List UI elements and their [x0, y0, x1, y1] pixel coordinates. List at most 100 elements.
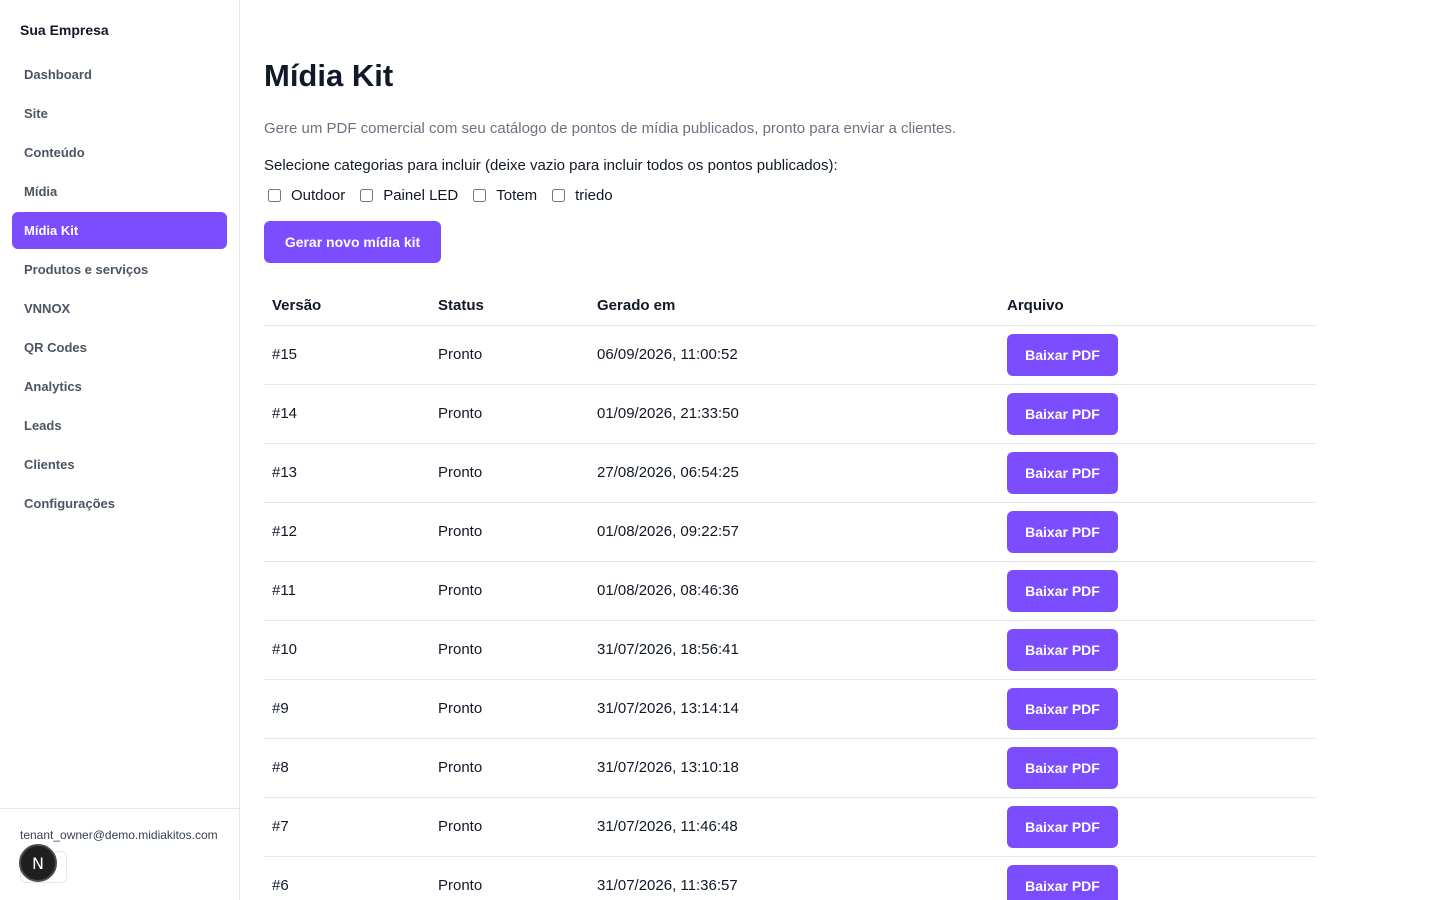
- sidebar-item-m-dia-kit[interactable]: Mídia Kit: [12, 212, 227, 249]
- sidebar-item-vnnox[interactable]: VNNOX: [12, 290, 227, 327]
- user-email: tenant_owner@demo.midiakitos.com: [20, 828, 218, 842]
- status-cell: Pronto: [430, 325, 589, 385]
- status-cell: Pronto: [430, 384, 589, 444]
- file-cell: Baixar PDF: [999, 502, 1316, 562]
- version-cell: #8: [264, 738, 430, 798]
- status-cell: Pronto: [430, 502, 589, 562]
- download-pdf-button[interactable]: Baixar PDF: [1007, 569, 1118, 612]
- sidebar-item-produtos-e-servi-os[interactable]: Produtos e serviços: [12, 251, 227, 288]
- sidebar: Sua Empresa Dashboard Site Conteúdo Mídia Mí…: [0, 0, 240, 900]
- category-label-text: Painel LED: [383, 186, 459, 204]
- download-pdf-button[interactable]: Baixar PDF: [1007, 746, 1118, 789]
- download-pdf-button[interactable]: Baixar PDF: [1007, 451, 1118, 494]
- table-row: #7 Pronto 31/07/2026, 11:46:48 Baixar PDF: [264, 797, 1316, 857]
- file-cell: Baixar PDF: [999, 561, 1316, 621]
- version-cell: #15: [264, 325, 430, 385]
- table-row: #11 Pronto 01/08/2026, 08:46:36 Baixar PDF: [264, 561, 1316, 621]
- next-dev-icon[interactable]: N: [19, 844, 57, 882]
- file-cell: Baixar PDF: [999, 738, 1316, 798]
- generate-media-kit-button[interactable]: Gerar novo mídia kit: [264, 221, 441, 263]
- file-cell: Baixar PDF: [999, 443, 1316, 503]
- status-cell: Pronto: [430, 738, 589, 798]
- generated-at-cell: 06/09/2026, 11:00:52: [589, 325, 999, 385]
- category-checkbox[interactable]: [360, 188, 374, 202]
- generated-at-cell: 31/07/2026, 11:36:57: [589, 856, 999, 900]
- download-pdf-button[interactable]: Baixar PDF: [1007, 864, 1118, 900]
- category-option[interactable]: triedo: [552, 187, 613, 204]
- download-pdf-button[interactable]: Baixar PDF: [1007, 333, 1118, 376]
- category-option[interactable]: Painel LED: [360, 187, 458, 204]
- generated-at-cell: 27/08/2026, 06:54:25: [589, 443, 999, 503]
- version-cell: #13: [264, 443, 430, 503]
- sidebar-item-dashboard[interactable]: Dashboard: [12, 56, 227, 93]
- status-cell: Pronto: [430, 797, 589, 857]
- header-status: Status: [430, 287, 589, 326]
- generated-at-cell: 01/08/2026, 08:46:36: [589, 561, 999, 621]
- generated-at-cell: 31/07/2026, 13:10:18: [589, 738, 999, 798]
- table-row: #13 Pronto 27/08/2026, 06:54:25 Baixar PDF: [264, 443, 1316, 503]
- download-pdf-button[interactable]: Baixar PDF: [1007, 628, 1118, 671]
- generated-at-cell: 31/07/2026, 18:56:41: [589, 620, 999, 680]
- version-cell: #14: [264, 384, 430, 444]
- file-cell: Baixar PDF: [999, 797, 1316, 857]
- table-row: #6 Pronto 31/07/2026, 11:36:57 Baixar PDF: [264, 856, 1316, 900]
- status-cell: Pronto: [430, 856, 589, 900]
- version-cell: #7: [264, 797, 430, 857]
- table-row: #12 Pronto 01/08/2026, 09:22:57 Baixar PDF: [264, 502, 1316, 562]
- version-cell: #11: [264, 561, 430, 621]
- generated-at-cell: 01/08/2026, 09:22:57: [589, 502, 999, 562]
- download-pdf-button[interactable]: Baixar PDF: [1007, 687, 1118, 730]
- media-kit-table: Versão Status Gerado em Arquivo #15 Pront…: [264, 287, 1316, 900]
- version-cell: #10: [264, 620, 430, 680]
- table-row: #8 Pronto 31/07/2026, 13:10:18 Baixar PDF: [264, 738, 1316, 798]
- page-title: Mídia Kit: [264, 58, 394, 93]
- category-checkbox[interactable]: [473, 188, 487, 202]
- download-pdf-button[interactable]: Baixar PDF: [1007, 510, 1118, 553]
- sidebar-item-clientes[interactable]: Clientes: [12, 446, 227, 483]
- category-checkboxes: Outdoor Painel LED Totem triedo: [268, 184, 628, 206]
- category-label-text: triedo: [575, 186, 613, 204]
- table-row: #9 Pronto 31/07/2026, 13:14:14 Baixar PDF: [264, 679, 1316, 739]
- status-cell: Pronto: [430, 620, 589, 680]
- status-cell: Pronto: [430, 443, 589, 503]
- header-file: Arquivo: [999, 287, 1316, 326]
- category-option[interactable]: Outdoor: [268, 187, 345, 204]
- generated-at-cell: 31/07/2026, 11:46:48: [589, 797, 999, 857]
- file-cell: Baixar PDF: [999, 325, 1316, 385]
- category-label-text: Totem: [496, 186, 538, 204]
- sidebar-nav: Dashboard Site Conteúdo Mídia Mídia Kit Produ…: [12, 56, 227, 524]
- brand-name: Sua Empresa: [20, 22, 109, 38]
- generated-at-cell: 01/09/2026, 21:33:50: [589, 384, 999, 444]
- file-cell: Baixar PDF: [999, 856, 1316, 900]
- sidebar-item-analytics[interactable]: Analytics: [12, 368, 227, 405]
- header-version: Versão: [264, 287, 430, 326]
- table-row: #15 Pronto 06/09/2026, 11:00:52 Baixar PDF: [264, 325, 1316, 385]
- version-cell: #12: [264, 502, 430, 562]
- download-pdf-button[interactable]: Baixar PDF: [1007, 805, 1118, 848]
- next-dev-letter: N: [32, 853, 44, 873]
- generated-at-cell: 31/07/2026, 13:14:14: [589, 679, 999, 739]
- status-cell: Pronto: [430, 561, 589, 621]
- file-cell: Baixar PDF: [999, 679, 1316, 739]
- file-cell: Baixar PDF: [999, 384, 1316, 444]
- page-subtitle: Gere um PDF comercial com seu catálogo d…: [264, 120, 957, 137]
- sidebar-item-m-dia[interactable]: Mídia: [12, 173, 227, 210]
- file-cell: Baixar PDF: [999, 620, 1316, 680]
- category-checkbox[interactable]: [552, 188, 566, 202]
- version-cell: #9: [264, 679, 430, 739]
- status-cell: Pronto: [430, 679, 589, 739]
- sidebar-item-site[interactable]: Site: [12, 95, 227, 132]
- table-row: #14 Pronto 01/09/2026, 21:33:50 Baixar PDF: [264, 384, 1316, 444]
- sidebar-item-leads[interactable]: Leads: [12, 407, 227, 444]
- table-header-row: Versão Status Gerado em Arquivo: [264, 287, 1316, 326]
- header-generated-at: Gerado em: [589, 287, 999, 326]
- category-checkbox[interactable]: [268, 188, 281, 202]
- category-label-text: Outdoor: [291, 186, 346, 204]
- sidebar-item-conte-do[interactable]: Conteúdo: [12, 134, 227, 171]
- sidebar-item-qr-codes[interactable]: QR Codes: [12, 329, 227, 366]
- download-pdf-button[interactable]: Baixar PDF: [1007, 392, 1118, 435]
- version-cell: #6: [264, 856, 430, 900]
- sidebar-item-configura-es[interactable]: Configurações: [12, 485, 227, 522]
- category-label: Selecione categorias para incluir (deixe…: [264, 157, 838, 174]
- category-option[interactable]: Totem: [473, 187, 537, 204]
